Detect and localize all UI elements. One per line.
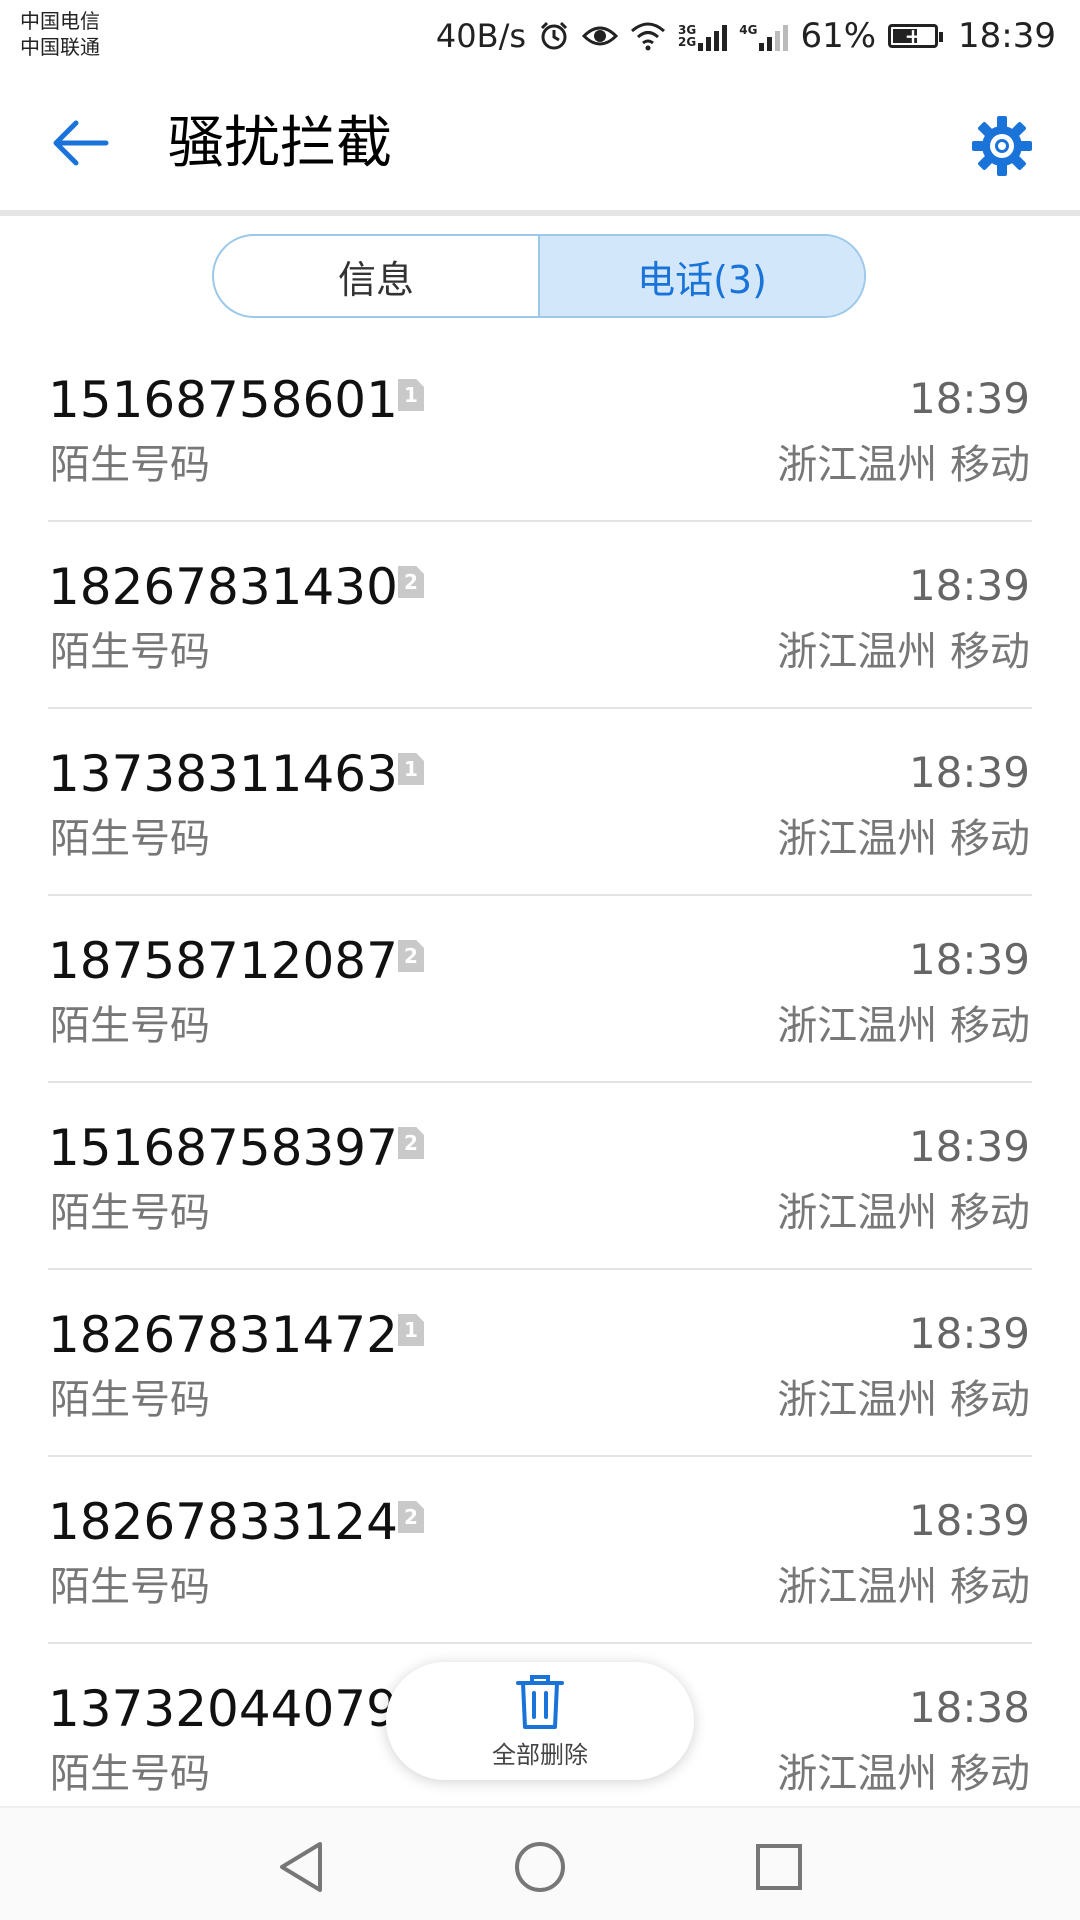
call-time: 18:39 [908, 561, 1030, 610]
phone-number: 18267833124 [48, 1493, 398, 1551]
battery-percent: 61% [800, 16, 877, 56]
call-row[interactable]: 18758712087 2 陌生号码 18:39 浙江温州 移动 [0, 896, 1080, 1083]
nav-home-button[interactable] [505, 1832, 575, 1902]
phone-number: 15168758601 [48, 371, 398, 429]
carrier-1: 中国电信 [20, 9, 100, 33]
nav-recents-button[interactable] [744, 1832, 814, 1902]
call-time: 18:39 [908, 374, 1030, 423]
phone-number: 18758712087 [48, 932, 398, 990]
call-time: 18:39 [908, 748, 1030, 797]
phone-number: 13738311463 [48, 745, 398, 803]
caller-location: 浙江温州 移动 [777, 1751, 1030, 1797]
wifi-icon [630, 21, 666, 51]
network-type-2g: 2G [678, 35, 697, 49]
trash-icon [516, 1674, 564, 1729]
sim-card-icon: 2 [398, 1501, 424, 1533]
nav-back-button[interactable] [266, 1832, 336, 1902]
alarm-icon [538, 20, 570, 52]
sim-card-icon: 1 [398, 379, 424, 411]
circle-home-icon [515, 1842, 565, 1892]
carrier-2: 中国联通 [20, 35, 100, 59]
caller-location: 浙江温州 移动 [777, 1564, 1030, 1610]
call-time: 18:38 [908, 1683, 1030, 1732]
page-title: 骚扰拦截 [168, 111, 392, 176]
sim-card-icon: 2 [398, 1127, 424, 1159]
sim-card-icon: 1 [398, 1314, 424, 1346]
battery-icon: + [888, 24, 944, 48]
caller-label: 陌生号码 [50, 1377, 210, 1423]
caller-location: 浙江温州 移动 [777, 1190, 1030, 1236]
tab-messages[interactable]: 信息 [214, 236, 540, 316]
app-toolbar: 骚扰拦截 [0, 72, 1080, 212]
delete-all-label: 全部删除 [492, 1740, 588, 1769]
caller-label: 陌生号码 [50, 816, 210, 862]
caller-location: 浙江温州 移动 [777, 1003, 1030, 1049]
blocked-calls-list: 15168758601 1 陌生号码 18:39 浙江温州 移动 1826783… [0, 335, 1080, 1831]
signal-sim2-icon: 4G [739, 21, 789, 51]
call-row[interactable]: 15168758397 2 陌生号码 18:39 浙江温州 移动 [0, 1083, 1080, 1270]
phone-number: 15168758397 [48, 1119, 398, 1177]
triangle-back-icon [280, 1842, 322, 1892]
caller-label: 陌生号码 [50, 1564, 210, 1610]
signal-sim1-icon: 3G 2G [678, 21, 728, 51]
clock: 18:39 [958, 16, 1056, 56]
eye-comfort-icon [582, 22, 619, 50]
phone-number: 18267831472 [48, 1306, 398, 1364]
caller-label: 陌生号码 [50, 1003, 210, 1049]
gear-icon [972, 116, 1032, 176]
call-time: 18:39 [908, 1309, 1030, 1358]
toolbar-divider [0, 210, 1080, 216]
caller-label: 陌生号码 [50, 629, 210, 675]
caller-location: 浙江温州 移动 [777, 816, 1030, 862]
tab-switcher: 信息 电话(3) [212, 234, 866, 318]
carrier-info: 中国电信 中国联通 [20, 8, 100, 60]
call-row[interactable]: 18267831472 1 陌生号码 18:39 浙江温州 移动 [0, 1270, 1080, 1457]
system-nav-bar [0, 1806, 1080, 1920]
tab-calls[interactable]: 电话(3) [540, 236, 864, 316]
caller-label: 陌生号码 [50, 1751, 210, 1797]
phone-number: 18267831430 [48, 558, 398, 616]
call-row[interactable]: 15168758601 1 陌生号码 18:39 浙江温州 移动 [0, 335, 1080, 522]
phone-number: 13732044079 [48, 1680, 398, 1738]
call-time: 18:39 [908, 935, 1030, 984]
sim-card-icon: 2 [398, 566, 424, 598]
status-bar: 中国电信 中国联通 40B/s 3G 2G 4G 61% + 18:39 [0, 0, 1080, 72]
settings-button[interactable] [964, 108, 1040, 184]
network-speed: 40B/s [435, 17, 527, 55]
arrow-left-icon [53, 120, 109, 166]
caller-location: 浙江温州 移动 [777, 1377, 1030, 1423]
call-time: 18:39 [908, 1496, 1030, 1545]
sim-card-icon: 2 [398, 940, 424, 972]
delete-all-button[interactable]: 全部删除 [386, 1662, 694, 1780]
caller-label: 陌生号码 [50, 1190, 210, 1236]
call-row[interactable]: 13738311463 1 陌生号码 18:39 浙江温州 移动 [0, 709, 1080, 896]
sim-card-icon: 1 [398, 753, 424, 785]
call-time: 18:39 [908, 1122, 1030, 1171]
square-recents-icon [756, 1844, 802, 1890]
status-icons: 40B/s 3G 2G 4G 61% + 18:39 [436, 14, 1056, 58]
caller-label: 陌生号码 [50, 442, 210, 488]
back-button[interactable] [40, 108, 120, 178]
caller-location: 浙江温州 移动 [777, 629, 1030, 675]
call-row[interactable]: 18267833124 2 陌生号码 18:39 浙江温州 移动 [0, 1457, 1080, 1644]
call-row[interactable]: 18267831430 2 陌生号码 18:39 浙江温州 移动 [0, 522, 1080, 709]
caller-location: 浙江温州 移动 [777, 442, 1030, 488]
